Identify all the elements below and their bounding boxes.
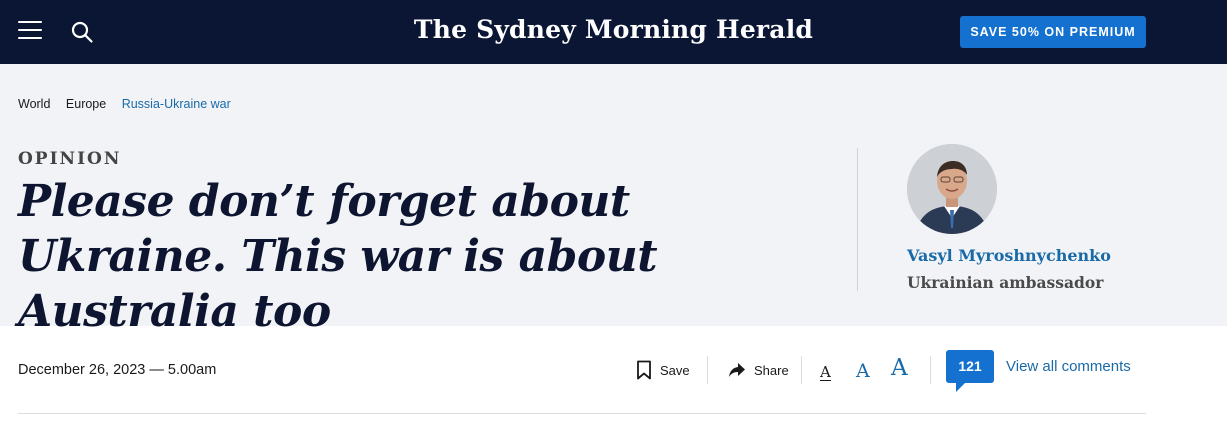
breadcrumb: World Europe Russia-Ukraine war (18, 97, 243, 111)
vertical-divider (857, 148, 858, 291)
article-headline: Please don’t forget about Ukraine. This … (18, 176, 658, 337)
article-dateline: December 26, 2023 — 5.00am (18, 362, 217, 378)
comment-count-badge[interactable]: 121 (946, 350, 994, 383)
share-arrow-icon (729, 363, 745, 377)
opinion-kicker: OPINION (18, 149, 122, 169)
bookmark-icon (637, 360, 651, 380)
save-on-premium-button[interactable]: SAVE 50% ON PREMIUM (960, 16, 1146, 48)
font-size-medium-button[interactable]: A (856, 360, 870, 382)
font-size-large-button[interactable]: A (891, 355, 908, 381)
breadcrumb-world[interactable]: World (18, 97, 50, 111)
author-name[interactable]: Vasyl Myroshnychenko (907, 246, 1111, 265)
save-button[interactable]: Save (636, 356, 690, 384)
author-role: Ukrainian ambassador (907, 273, 1104, 292)
font-size-small-button[interactable]: A (820, 364, 831, 381)
view-all-comments-link[interactable]: View all comments (1006, 358, 1131, 375)
toolbar-divider (801, 356, 802, 384)
author-avatar[interactable] (907, 144, 997, 234)
share-button[interactable]: Share (728, 356, 789, 384)
share-label: Share (754, 362, 789, 378)
top-navigation-bar: The Sydney Morning Herald SAVE 50% ON PR… (0, 0, 1227, 64)
horizontal-divider (18, 413, 1146, 414)
comment-bubble-tail (956, 382, 966, 392)
toolbar-divider (707, 356, 708, 384)
save-label: Save (660, 362, 690, 378)
breadcrumb-russia-ukraine-war[interactable]: Russia-Ukraine war (122, 97, 231, 111)
toolbar-divider (930, 356, 931, 384)
breadcrumb-europe[interactable]: Europe (66, 97, 106, 111)
article-header: World Europe Russia-Ukraine war OPINION … (0, 64, 1227, 337)
